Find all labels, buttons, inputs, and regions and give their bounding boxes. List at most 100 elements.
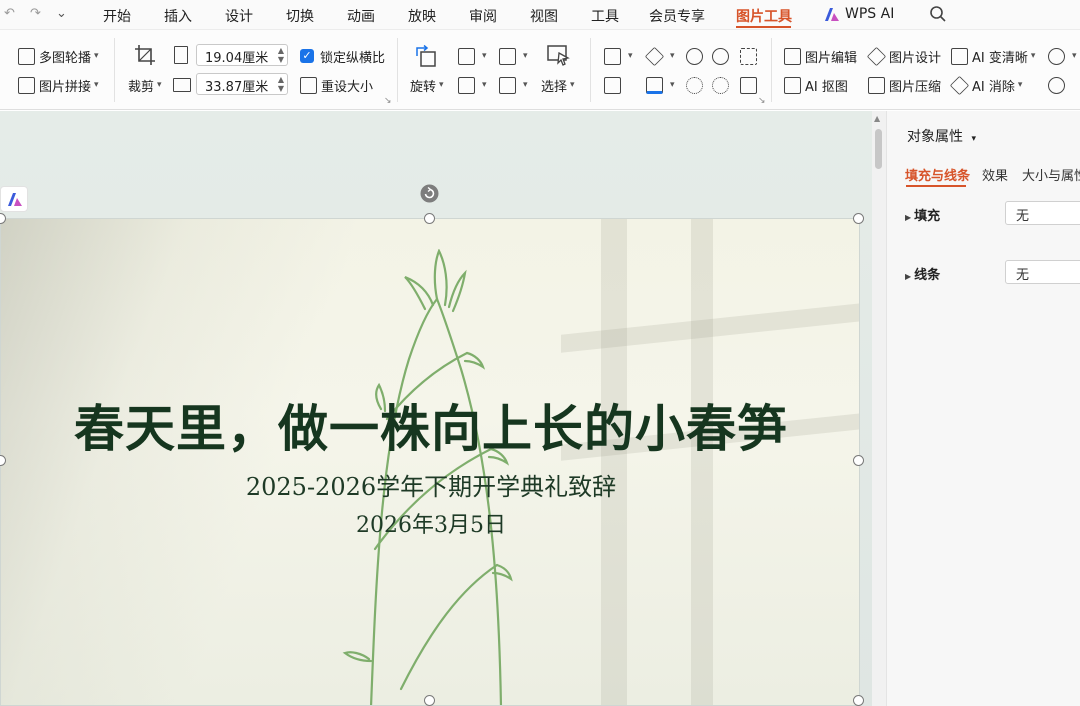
resize-handle-top[interactable] — [424, 213, 435, 224]
group-icon — [458, 47, 475, 65]
slide-picture[interactable]: 春天里，做一株向上长的小春笋 2025-2026学年下期开学典礼致辞 2026年… — [0, 218, 860, 706]
tab-tools[interactable]: 工具 — [591, 6, 619, 26]
outline-color-icon — [646, 76, 663, 94]
width-spinner-icon[interactable]: ▲ ▼ — [278, 75, 284, 93]
fill-select[interactable]: 无 — [1005, 201, 1080, 225]
bring-forward-icon — [499, 47, 516, 65]
tab-transitions[interactable]: 切换 — [286, 6, 314, 26]
carousel-icon — [18, 47, 35, 65]
crop-button[interactable]: 裁剪 ▾ — [128, 75, 162, 95]
compress-image-button[interactable]: 图片压缩 — [868, 75, 941, 95]
image-stitch-label: 图片拼接 — [39, 79, 92, 95]
group-button[interactable]: ▾ — [458, 46, 487, 66]
reset-size-button[interactable]: 重设大小 — [300, 75, 373, 95]
object-properties-panel: 对象属性 ▾ 填充与线条 效果 大小与属性 ▶填充 无 ▶线条 无 — [886, 111, 1080, 706]
image-stitch-button[interactable]: 图片拼接 ▾ — [18, 75, 99, 95]
tab-review[interactable]: 审阅 — [469, 6, 497, 26]
ai-cutout-label: AI 抠图 — [805, 79, 848, 95]
recolor-icon — [604, 76, 621, 94]
chevron-down-icon: ▾ — [670, 80, 675, 90]
outline-color-button[interactable]: ▾ — [646, 75, 675, 95]
picture-border-button[interactable]: ▾ — [604, 46, 633, 66]
transparency-button[interactable] — [740, 46, 761, 66]
bring-forward-button[interactable]: ▾ — [499, 46, 528, 66]
compress-icon — [868, 76, 885, 94]
undo-icon[interactable]: ↶ — [4, 6, 15, 21]
crop-icon[interactable] — [134, 44, 156, 66]
quick-access-dropdown-icon[interactable]: ⌄ — [56, 6, 67, 21]
effects-button[interactable] — [1048, 75, 1069, 95]
resize-handle-right[interactable] — [853, 455, 864, 466]
change-picture-button[interactable] — [740, 75, 761, 95]
rotate-handle-icon[interactable] — [420, 184, 439, 203]
tab-wps-ai[interactable]: WPS AI — [845, 6, 894, 22]
carousel-button[interactable]: 多图轮播 ▾ — [18, 46, 99, 66]
line-select[interactable]: 无 — [1005, 260, 1080, 284]
chevron-down-icon: ▾ — [482, 80, 487, 90]
width-input[interactable]: 33.87厘米 ▲ ▼ — [196, 73, 288, 95]
brightness-down-button[interactable] — [712, 75, 733, 95]
rotate-left-icon — [686, 47, 703, 65]
fill-section-toggle[interactable]: ▶ 填充 — [905, 205, 940, 224]
design-image-button[interactable]: 图片设计 — [866, 46, 941, 66]
tab-member[interactable]: 会员专享 — [649, 6, 705, 26]
selection-pane-icon[interactable] — [546, 44, 570, 66]
align-button[interactable]: ▾ — [458, 75, 487, 95]
transparency-icon — [740, 47, 757, 65]
tab-fill-and-line[interactable]: 填充与线条 — [905, 165, 970, 184]
ribbon-toolbar: 多图轮播 ▾ 图片拼接 ▾ 裁剪 ▾ 19.04厘米 ▲ ▼ 33.87厘米 ▲ ▼… — [0, 30, 1080, 110]
slide-title: 春天里，做一株向上长的小春笋 — [74, 399, 788, 458]
tab-size-and-properties[interactable]: 大小与属性 — [1022, 165, 1080, 184]
rotate-right-button[interactable] — [712, 46, 733, 66]
chevron-down-icon: ▾ — [1030, 51, 1036, 61]
ai-remove-button[interactable]: AI 消除 ▾ — [949, 75, 1022, 95]
height-spinner-icon[interactable]: ▲ ▼ — [278, 46, 284, 64]
tab-picture-tools[interactable]: 图片工具 — [736, 6, 792, 26]
tab-view[interactable]: 视图 — [530, 6, 558, 26]
lock-aspect-ratio-checkbox[interactable]: ✓ 锁定纵横比 — [300, 46, 385, 66]
search-icon[interactable] — [929, 5, 947, 23]
slide-date: 2026年3月5日 — [356, 513, 506, 538]
tab-slideshow[interactable]: 放映 — [408, 6, 436, 26]
vertical-scrollbar[interactable]: ▲ — [872, 111, 886, 706]
send-backward-button[interactable]: ▾ — [499, 75, 528, 95]
ai-cutout-button[interactable]: AI 抠图 — [784, 75, 848, 95]
height-input[interactable]: 19.04厘米 ▲ ▼ — [196, 44, 288, 66]
dialog-launcher-icon[interactable]: ↘ — [758, 96, 766, 106]
redo-icon[interactable]: ↷ — [30, 6, 41, 21]
height-icon — [174, 46, 188, 64]
active-tab-underline — [736, 26, 791, 28]
edit-image-button[interactable]: 图片编辑 — [784, 46, 857, 66]
reset-size-icon — [300, 76, 317, 94]
resize-handle-bottom-right[interactable] — [853, 695, 864, 706]
dialog-launcher-icon[interactable]: ↘ — [384, 96, 392, 106]
rotate-button[interactable]: 旋转 ▾ — [410, 75, 444, 95]
panel-title-dropdown[interactable]: 对象属性 ▾ — [907, 126, 976, 146]
tab-design[interactable]: 设计 — [225, 6, 253, 26]
scroll-up-icon[interactable]: ▲ — [874, 114, 880, 123]
tab-home[interactable]: 开始 — [103, 6, 131, 26]
ai-sharpen-icon — [951, 47, 968, 65]
chevron-down-icon: ▾ — [628, 51, 633, 61]
pen-tool-button[interactable]: ▾ — [1048, 46, 1077, 66]
3d-effect-button[interactable]: ▾ — [644, 46, 675, 66]
select-button[interactable]: 选择 ▾ — [541, 75, 575, 95]
rotate-icon[interactable] — [414, 44, 438, 68]
tab-animations[interactable]: 动画 — [347, 6, 375, 26]
ai-assistant-float-button[interactable] — [0, 186, 28, 212]
rotate-left-button[interactable] — [686, 46, 707, 66]
scrollbar-thumb[interactable] — [875, 129, 882, 169]
width-icon — [173, 78, 191, 92]
lock-aspect-ratio-label: 锁定纵横比 — [320, 50, 386, 66]
image-edit-icon — [784, 47, 801, 65]
line-section-toggle[interactable]: ▶ 线条 — [905, 264, 940, 283]
resize-handle-top-right[interactable] — [853, 213, 864, 224]
tab-effects[interactable]: 效果 — [982, 165, 1008, 184]
send-backward-icon — [499, 76, 516, 94]
resize-handle-bottom[interactable] — [424, 695, 435, 706]
chevron-down-icon: ▾ — [1072, 51, 1077, 61]
tab-insert[interactable]: 插入 — [164, 6, 192, 26]
ai-sharpen-button[interactable]: AI 变清晰 ▾ — [951, 46, 1035, 66]
recolor-button[interactable] — [604, 75, 625, 95]
brightness-up-button[interactable] — [686, 75, 707, 95]
